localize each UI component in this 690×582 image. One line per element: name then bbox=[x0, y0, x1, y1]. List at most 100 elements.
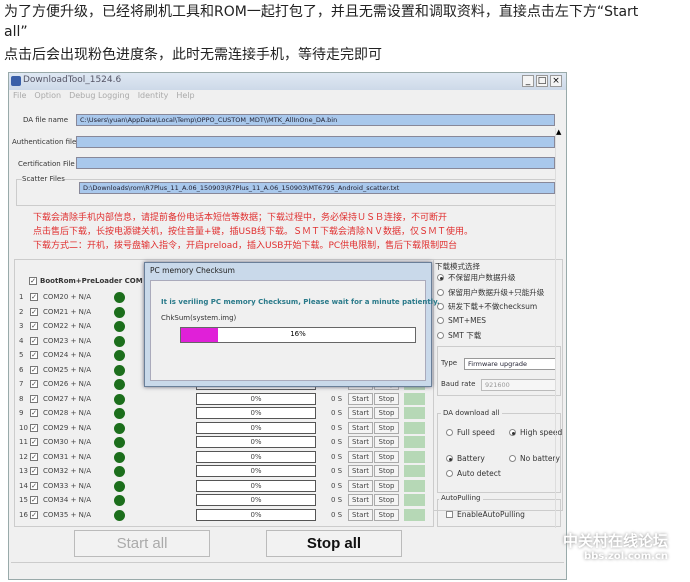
port-checkbox[interactable]: ✓ bbox=[30, 365, 38, 374]
port-index: 1 bbox=[19, 293, 24, 301]
window-title: DownloadTool_1524.6 bbox=[23, 75, 122, 85]
da-download-group bbox=[437, 413, 561, 493]
port-index: 11 bbox=[19, 438, 28, 446]
select-all-checkbox[interactable]: ✓ bbox=[29, 277, 37, 285]
start-all-button[interactable]: Start all bbox=[74, 530, 210, 557]
stop-all-button[interactable]: Stop all bbox=[266, 530, 402, 557]
port-progress: 0% bbox=[196, 407, 316, 419]
checksum-dialog: PC memory Checksum It is veriling PC mem… bbox=[144, 262, 440, 387]
port-name: COM35 + N/A bbox=[43, 510, 92, 519]
port-start-button[interactable]: Start bbox=[348, 494, 373, 506]
status-dot bbox=[114, 422, 125, 434]
horizontal-scrollbar[interactable] bbox=[11, 562, 564, 571]
port-row: 10 ✓ COM29 + N/A 0% 0 S Start Stop bbox=[19, 421, 425, 435]
cert-file-field[interactable] bbox=[76, 157, 555, 169]
port-row: 13 ✓ COM32 + N/A 0% 0 S Start Stop bbox=[19, 465, 425, 478]
port-index: 14 bbox=[19, 481, 28, 490]
port-stop-button[interactable]: Stop bbox=[374, 479, 399, 492]
port-start-button[interactable]: Start bbox=[348, 436, 373, 448]
menu-bar: File Option Debug Logging Identity Help bbox=[13, 91, 195, 100]
caption-line-1: 为了方便升级，已经将刷机工具和ROM一起打包了，并且无需设置和调取资料，直接点击… bbox=[4, 4, 639, 20]
menu-help[interactable]: Help bbox=[176, 91, 194, 100]
port-time: 0 S bbox=[331, 423, 343, 432]
port-stop-button[interactable]: Stop bbox=[374, 494, 399, 506]
port-checkbox[interactable]: ✓ bbox=[30, 322, 38, 330]
port-checkbox[interactable]: ✓ bbox=[30, 380, 38, 388]
menu-file[interactable]: File bbox=[13, 91, 26, 100]
port-start-button[interactable]: Start bbox=[348, 392, 373, 405]
mode-radio[interactable]: SMT 下载 bbox=[437, 330, 481, 341]
port-stop-button[interactable]: Stop bbox=[374, 508, 399, 521]
ports-header-label: BootRom+PreLoader COM S bbox=[40, 277, 151, 285]
port-start-button[interactable]: Start bbox=[348, 421, 373, 434]
auth-file-label: Authentication file bbox=[12, 138, 77, 146]
port-stop-button[interactable]: Stop bbox=[374, 407, 399, 419]
close-button[interactable]: × bbox=[550, 75, 562, 87]
port-progress: 0% bbox=[196, 392, 316, 405]
port-index: 10 bbox=[19, 423, 28, 432]
port-start-button[interactable]: Start bbox=[348, 450, 373, 463]
auth-file-field[interactable] bbox=[76, 136, 555, 148]
port-stop-button[interactable]: Stop bbox=[374, 392, 399, 405]
port-checkbox[interactable]: ✓ bbox=[30, 496, 38, 504]
title-bar: DownloadTool_1524.6 _ □ × bbox=[9, 73, 566, 90]
vertical-scrollbar[interactable]: ▲ bbox=[555, 128, 564, 528]
app-icon bbox=[11, 76, 21, 86]
da-file-field[interactable]: C:\Users\yuan\AppData\Local\Temp\OPPO_CU… bbox=[76, 114, 555, 126]
port-stop-button[interactable]: Stop bbox=[374, 450, 399, 463]
port-start-button[interactable]: Start bbox=[348, 508, 373, 521]
mode-radio[interactable]: 不保留用户数据升级 bbox=[437, 272, 516, 283]
port-checkbox[interactable]: ✓ bbox=[30, 438, 38, 446]
enable-autopulling-checkbox[interactable]: EnableAutoPulling bbox=[446, 510, 525, 519]
port-checkbox[interactable]: ✓ bbox=[30, 409, 38, 417]
port-start-button[interactable]: Start bbox=[348, 479, 373, 492]
radio-label: Full speed bbox=[457, 428, 495, 437]
port-status-cell bbox=[404, 508, 425, 521]
mode-radio[interactable]: 保留用户数据升级+只能升级 bbox=[437, 287, 544, 298]
radio-full-speed[interactable]: Full speed bbox=[446, 428, 495, 437]
type-select[interactable]: Firmware upgrade bbox=[464, 358, 556, 370]
port-status-cell bbox=[404, 407, 425, 419]
mode-radio[interactable]: SMT+MES bbox=[437, 316, 486, 325]
port-start-button[interactable]: Start bbox=[348, 465, 373, 477]
port-stop-button[interactable]: Stop bbox=[374, 465, 399, 477]
menu-option[interactable]: Option bbox=[34, 91, 61, 100]
port-name: COM29 + N/A bbox=[43, 423, 92, 432]
port-status-cell bbox=[404, 421, 425, 434]
port-checkbox[interactable]: ✓ bbox=[30, 510, 38, 519]
port-status-cell bbox=[404, 392, 425, 405]
port-name: COM21 + N/A bbox=[43, 307, 92, 316]
port-stop-button[interactable]: Stop bbox=[374, 421, 399, 434]
port-start-button[interactable]: Start bbox=[348, 407, 373, 419]
status-dot bbox=[114, 408, 125, 419]
menu-identity[interactable]: Identity bbox=[138, 91, 169, 100]
port-index: 8 bbox=[19, 394, 24, 403]
port-checkbox[interactable]: ✓ bbox=[30, 467, 38, 475]
port-checkbox[interactable]: ✓ bbox=[30, 307, 38, 316]
port-checkbox[interactable]: ✓ bbox=[30, 423, 38, 432]
radio-label: Auto detect bbox=[457, 469, 501, 478]
status-dot bbox=[114, 495, 125, 506]
port-checkbox[interactable]: ✓ bbox=[30, 452, 38, 461]
port-row: 12 ✓ COM31 + N/A 0% 0 S Start Stop bbox=[19, 450, 425, 464]
menu-debug-logging[interactable]: Debug Logging bbox=[69, 91, 130, 100]
port-checkbox[interactable]: ✓ bbox=[30, 351, 38, 359]
port-checkbox[interactable]: ✓ bbox=[30, 336, 38, 345]
radio-battery[interactable]: Battery bbox=[446, 454, 485, 463]
baud-rate-select[interactable]: 921600 bbox=[481, 379, 556, 391]
mode-radio[interactable]: 研发下载+不做checksum bbox=[437, 301, 537, 312]
port-checkbox[interactable]: ✓ bbox=[30, 293, 38, 301]
scatter-file-field[interactable]: D:\Downloads\rom\R7Plus_11_A.06_150903\R… bbox=[79, 182, 555, 194]
port-index: 6 bbox=[19, 365, 24, 374]
maximize-button[interactable]: □ bbox=[536, 75, 548, 87]
status-dot bbox=[114, 306, 125, 318]
port-checkbox[interactable]: ✓ bbox=[30, 394, 38, 403]
radio-auto-detect[interactable]: Auto detect bbox=[446, 469, 501, 478]
port-time: 0 S bbox=[331, 510, 343, 519]
port-stop-button[interactable]: Stop bbox=[374, 436, 399, 448]
radio-no-battery[interactable]: No battery bbox=[509, 454, 560, 463]
port-checkbox[interactable]: ✓ bbox=[30, 481, 38, 490]
port-name: COM22 + N/A bbox=[43, 322, 92, 330]
minimize-button[interactable]: _ bbox=[522, 75, 534, 87]
radio-label: No battery bbox=[520, 454, 560, 463]
